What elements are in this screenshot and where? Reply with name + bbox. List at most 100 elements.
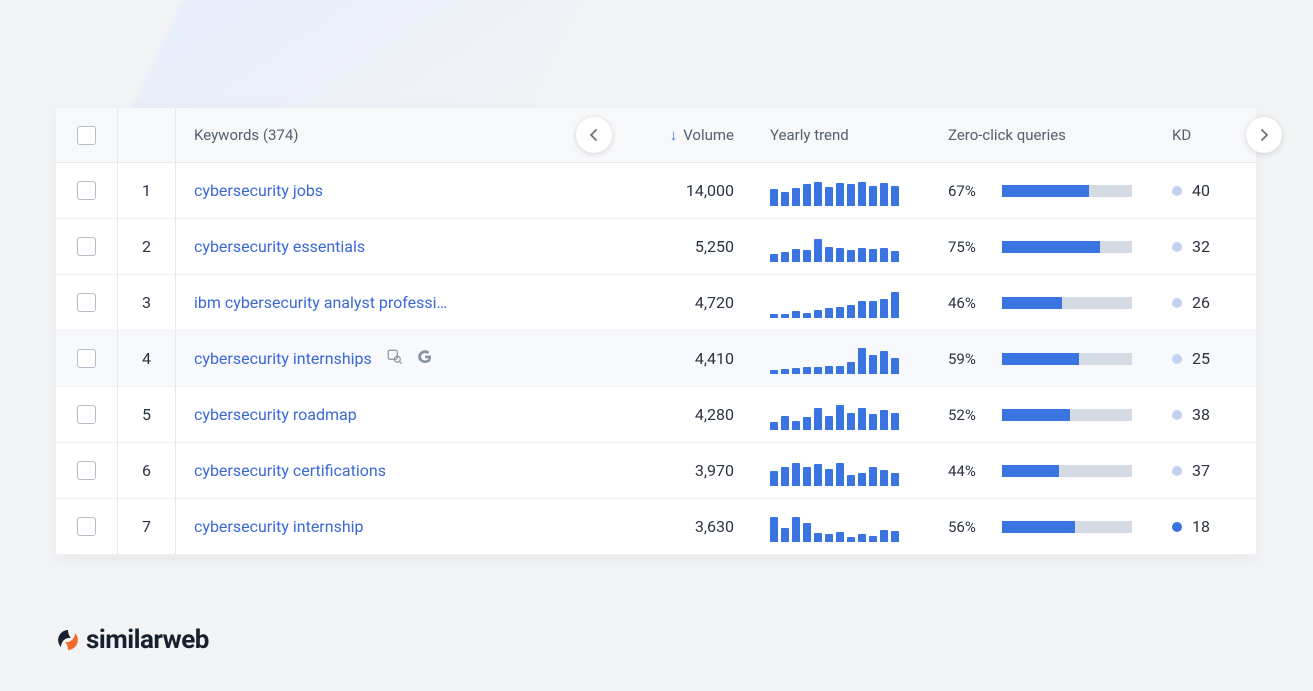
zero-click-header[interactable]: Zero-click queries (930, 108, 1160, 162)
zero-click-bar (1002, 185, 1132, 197)
scroll-right-button[interactable] (1246, 117, 1282, 153)
kd-difficulty-dot (1172, 522, 1182, 532)
kd-difficulty-dot (1172, 466, 1182, 476)
kd-header[interactable]: KD (1160, 108, 1256, 162)
row-checkbox-cell (56, 499, 118, 554)
kd-cell: 26 (1160, 275, 1256, 330)
volume-value: 5,250 (695, 237, 734, 256)
rank-number: 2 (142, 237, 151, 256)
zero-click-cell: 75% (930, 219, 1160, 274)
keyword-cell: cybersecurity internships (176, 331, 594, 386)
zero-click-percent: 67% (948, 182, 988, 200)
keywords-header-label: Keywords (374) (194, 126, 299, 144)
row-checkbox[interactable] (77, 405, 96, 424)
keyword-actions (386, 348, 434, 370)
zero-click-cell: 44% (930, 443, 1160, 498)
kd-cell: 37 (1160, 443, 1256, 498)
zero-click-bar (1002, 353, 1132, 365)
zero-click-percent: 56% (948, 518, 988, 536)
rank-header (118, 108, 176, 162)
table-row[interactable]: 3 ibm cybersecurity analyst professi… 4,72… (56, 275, 1256, 331)
kd-cell: 25 (1160, 331, 1256, 386)
trend-sparkline (770, 400, 899, 430)
rank-cell: 2 (118, 219, 176, 274)
kd-value: 26 (1192, 293, 1210, 312)
zero-click-cell: 56% (930, 499, 1160, 554)
scroll-left-button[interactable] (576, 117, 612, 153)
zero-click-cell: 46% (930, 275, 1160, 330)
kd-value: 25 (1192, 349, 1210, 368)
kd-cell: 18 (1160, 499, 1256, 554)
row-checkbox[interactable] (77, 237, 96, 256)
keyword-link[interactable]: cybersecurity internships (194, 349, 372, 368)
trend-cell (752, 387, 930, 442)
zero-click-bar (1002, 465, 1132, 477)
row-checkbox[interactable] (77, 517, 96, 536)
rank-number: 5 (142, 405, 151, 424)
kd-cell: 40 (1160, 163, 1256, 218)
volume-cell: 4,280 (594, 387, 752, 442)
zero-click-cell: 52% (930, 387, 1160, 442)
keyword-link[interactable]: cybersecurity essentials (194, 237, 365, 256)
volume-value: 4,280 (695, 405, 734, 424)
row-checkbox-cell (56, 163, 118, 218)
rank-cell: 4 (118, 331, 176, 386)
keyword-link[interactable]: cybersecurity jobs (194, 181, 323, 200)
kd-value: 40 (1192, 181, 1210, 200)
trend-cell (752, 331, 930, 386)
trend-sparkline (770, 512, 899, 542)
row-checkbox[interactable] (77, 461, 96, 480)
trend-sparkline (770, 344, 899, 374)
table-row[interactable]: 1 cybersecurity jobs 14,000 67% 40 (56, 163, 1256, 219)
rank-cell: 7 (118, 499, 176, 554)
kd-difficulty-dot (1172, 186, 1182, 196)
row-checkbox-cell (56, 331, 118, 386)
zero-click-percent: 52% (948, 406, 988, 424)
keyword-cell: ibm cybersecurity analyst professi… (176, 275, 594, 330)
keyword-link[interactable]: ibm cybersecurity analyst professi… (194, 293, 447, 312)
volume-cell: 14,000 (594, 163, 752, 218)
row-checkbox-cell (56, 443, 118, 498)
rank-cell: 3 (118, 275, 176, 330)
keyword-cell: cybersecurity certifications (176, 443, 594, 498)
table-row[interactable]: 4 cybersecurity internships 4,410 59% 25 (56, 331, 1256, 387)
rank-number: 1 (142, 181, 151, 200)
volume-value: 4,720 (695, 293, 734, 312)
table-row[interactable]: 5 cybersecurity roadmap 4,280 52% 38 (56, 387, 1256, 443)
keyword-link[interactable]: cybersecurity internship (194, 517, 364, 536)
table-row[interactable]: 7cybersecurity internship3,63056%18 (56, 499, 1256, 555)
volume-value: 14,000 (686, 181, 734, 200)
volume-cell: 4,410 (594, 331, 752, 386)
row-checkbox[interactable] (77, 349, 96, 368)
volume-cell: 4,720 (594, 275, 752, 330)
trend-header[interactable]: Yearly trend (752, 108, 930, 162)
rank-cell: 5 (118, 387, 176, 442)
row-checkbox-cell (56, 387, 118, 442)
zero-click-cell: 59% (930, 331, 1160, 386)
google-search-icon[interactable] (416, 348, 434, 370)
kd-difficulty-dot (1172, 298, 1182, 308)
trend-cell (752, 443, 930, 498)
select-all-cell (56, 108, 118, 162)
kd-value: 32 (1192, 237, 1210, 256)
row-checkbox[interactable] (77, 293, 96, 312)
zero-click-bar (1002, 297, 1132, 309)
volume-value: 3,970 (695, 461, 734, 480)
chevron-right-icon (1258, 129, 1270, 141)
keyword-link[interactable]: cybersecurity certifications (194, 461, 386, 480)
table-row[interactable]: 2 cybersecurity essentials 5,250 75% 32 (56, 219, 1256, 275)
chevron-left-icon (588, 129, 600, 141)
volume-header[interactable]: ↓ Volume (594, 108, 752, 162)
table-row[interactable]: 6cybersecurity certifications3,97044%37 (56, 443, 1256, 499)
keywords-header[interactable]: Keywords (374) (176, 108, 594, 162)
table-header: Keywords (374) ↓ Volume Yearly trend Zer… (56, 108, 1256, 163)
volume-value: 4,410 (695, 349, 734, 368)
kd-value: 38 (1192, 405, 1210, 424)
keyword-cell: cybersecurity internship (176, 499, 594, 554)
serp-analysis-icon[interactable] (386, 348, 404, 370)
row-checkbox[interactable] (77, 181, 96, 200)
row-checkbox-cell (56, 275, 118, 330)
kd-difficulty-dot (1172, 410, 1182, 420)
select-all-checkbox[interactable] (77, 126, 96, 145)
keyword-link[interactable]: cybersecurity roadmap (194, 405, 357, 424)
